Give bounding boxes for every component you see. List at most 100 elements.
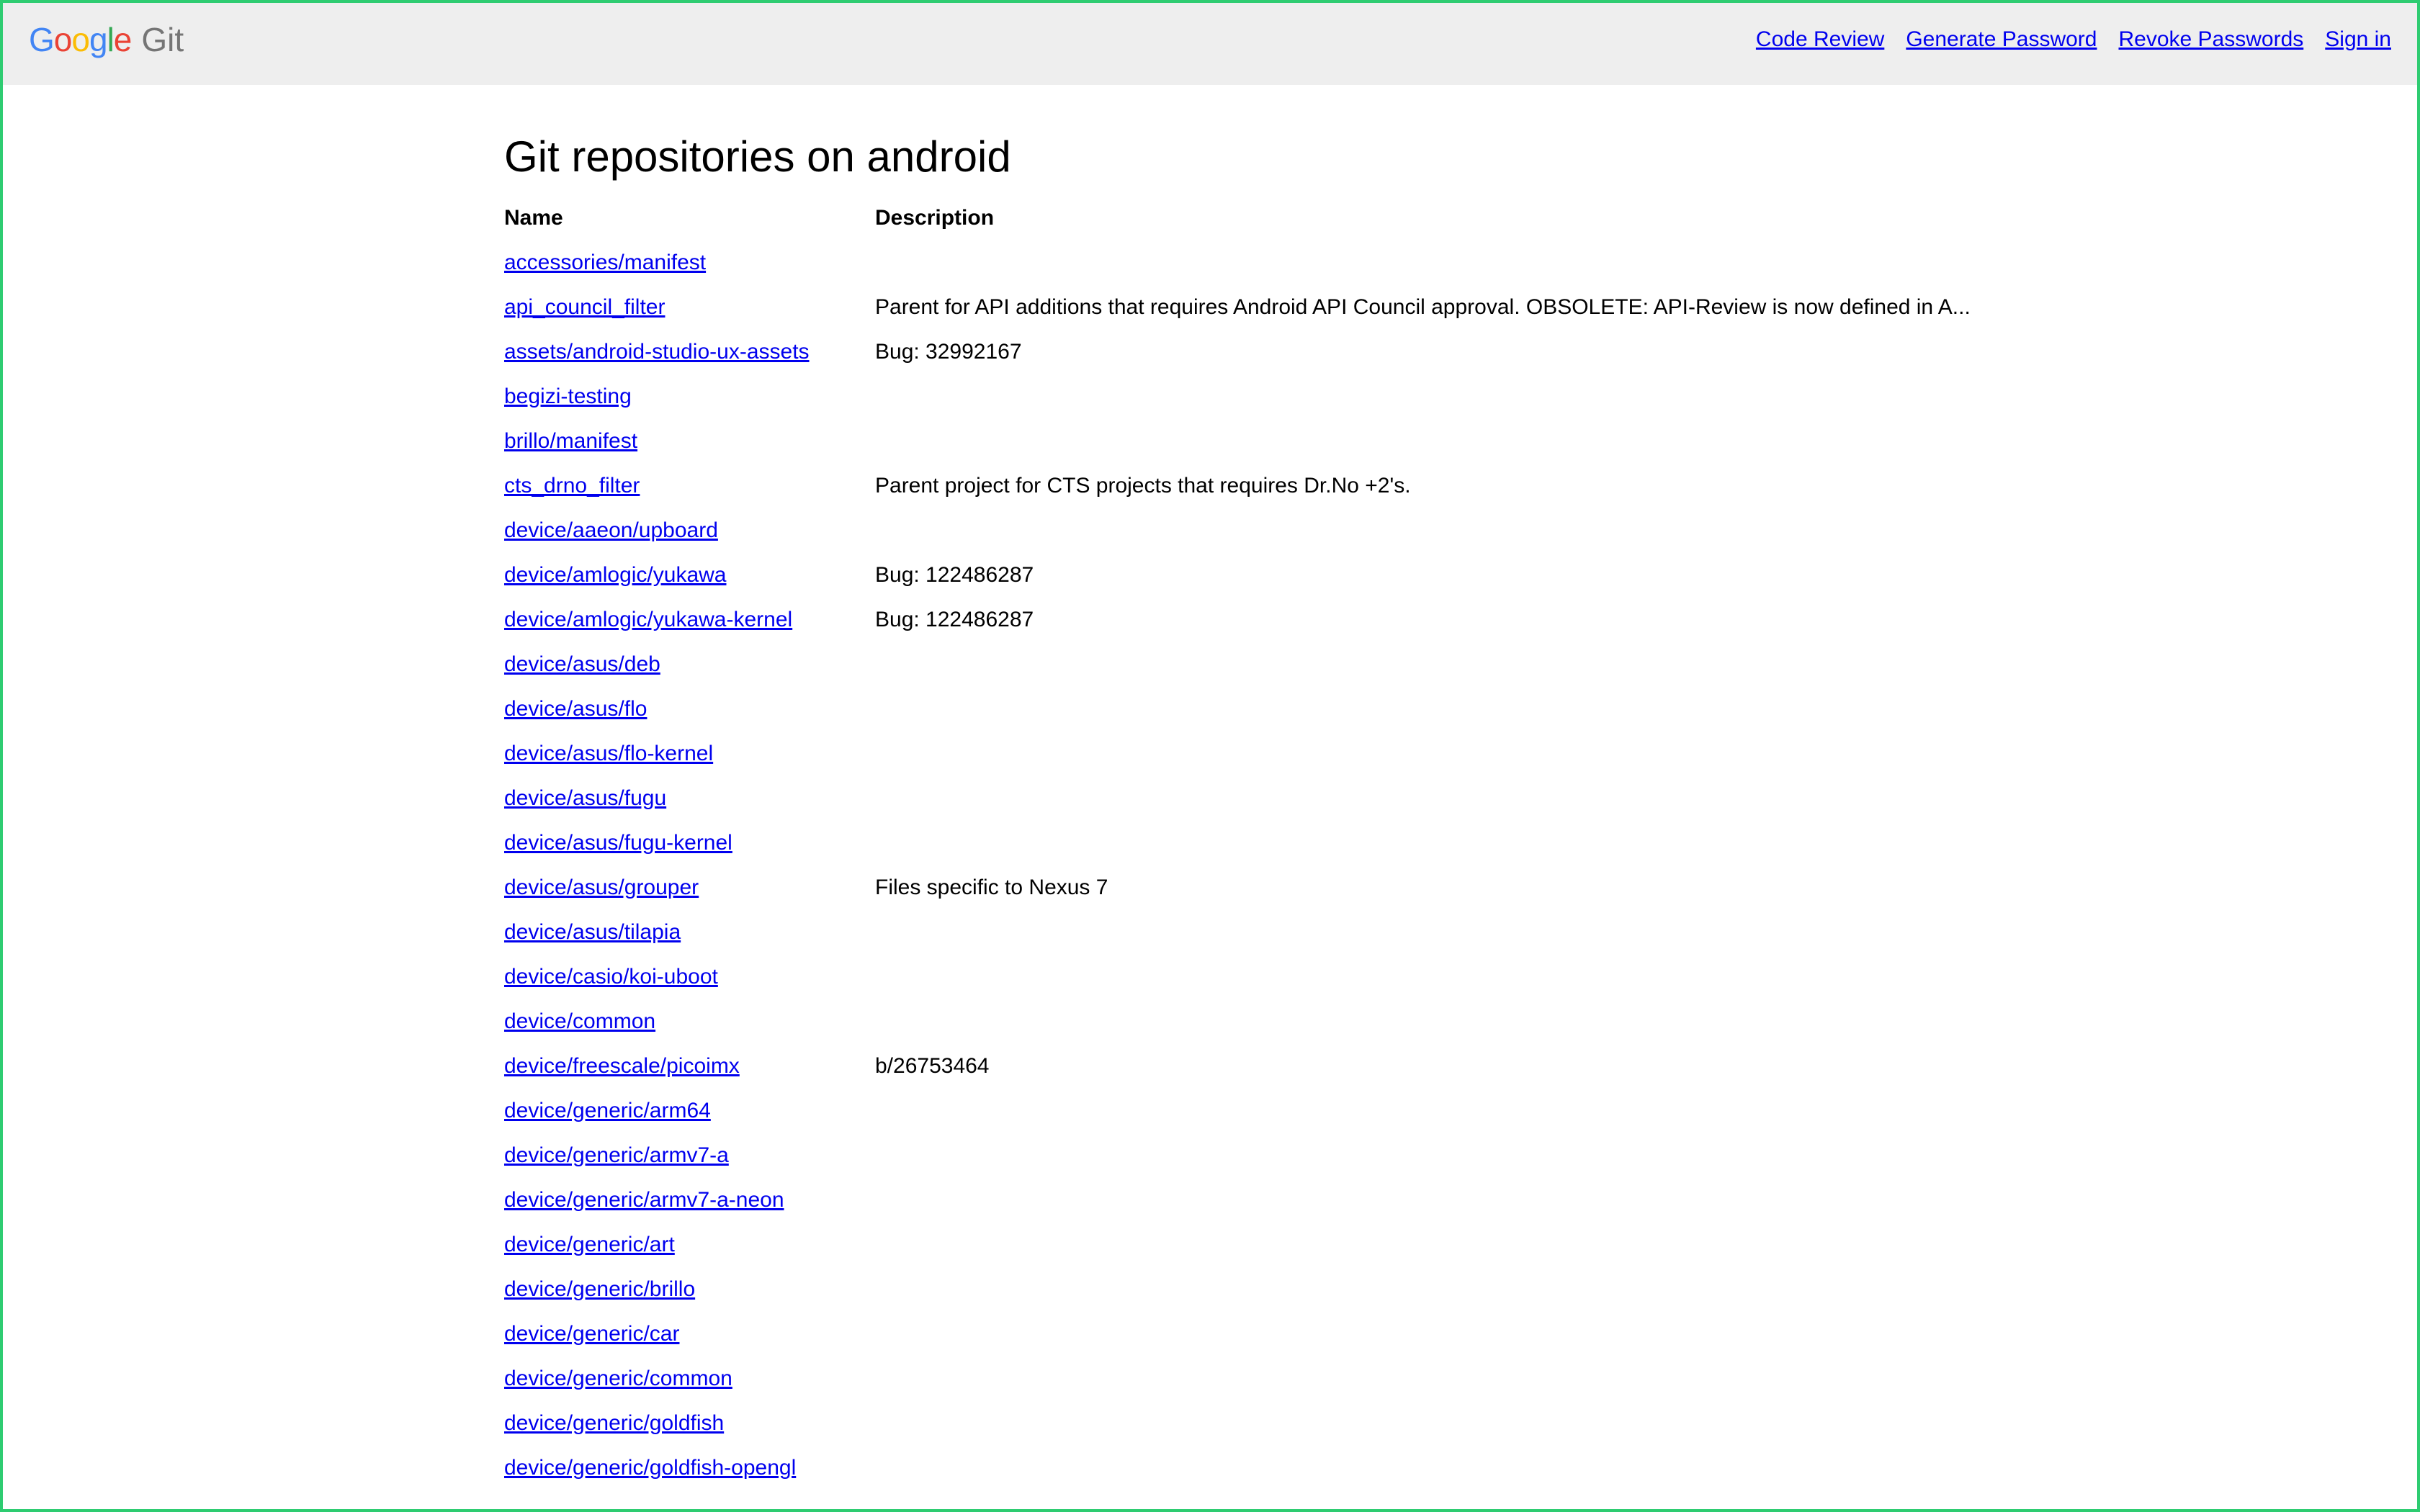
repo-description [875, 955, 1971, 999]
description-column-header: Description [875, 206, 995, 230]
repo-description: Parent for API additions that requires A… [875, 295, 1971, 319]
repo-name-cell: device/asus/fugu [504, 776, 875, 821]
repo-name-cell: device/generic/armv7-a-neon [504, 1178, 875, 1223]
repo-link[interactable]: device/casio/koi-uboot [504, 965, 718, 989]
repo-link[interactable]: device/common [504, 1009, 655, 1033]
repository-table: Name Description accessories/manifest api… [504, 192, 1971, 1490]
repo-link[interactable]: device/amlogic/yukawa-kernel [504, 608, 792, 631]
table-row: device/asus/fugu-kernel [504, 821, 1971, 865]
repo-name-cell: assets/android-studio-ux-assets [504, 330, 875, 374]
repo-name-cell: device/asus/fugu-kernel [504, 821, 875, 865]
repo-name-cell: device/generic/car [504, 1312, 875, 1356]
table-row: device/generic/goldfish-opengl [504, 1446, 1971, 1490]
table-row: device/casio/koi-uboot [504, 955, 1971, 999]
table-row: device/aaeon/upboard [504, 508, 1971, 553]
repo-link[interactable]: device/generic/armv7-a [504, 1143, 729, 1167]
table-row: begizi-testing [504, 374, 1971, 419]
repo-description: Parent project for CTS projects that req… [875, 474, 1411, 498]
repo-link[interactable]: device/amlogic/yukawa [504, 563, 726, 587]
name-column-header: Name [504, 206, 563, 230]
table-row: api_council_filter Parent for API additio… [504, 285, 1971, 330]
repo-name-cell: device/generic/goldfish [504, 1401, 875, 1446]
repo-link[interactable]: device/generic/car [504, 1322, 679, 1346]
repo-link[interactable]: device/asus/fugu [504, 786, 666, 810]
repo-name-cell: device/asus/deb [504, 642, 875, 687]
repo-link[interactable]: device/asus/flo [504, 697, 647, 721]
table-row: device/generic/car [504, 1312, 1971, 1356]
table-row: device/generic/goldfish [504, 1401, 1971, 1446]
repo-description [875, 732, 1971, 776]
table-row: device/amlogic/yukawa Bug: 122486287 [504, 553, 1971, 598]
table-row: assets/android-studio-ux-assets Bug: 3299… [504, 330, 1971, 374]
repo-description: Bug: 122486287 [875, 608, 1034, 631]
repo-link[interactable]: assets/android-studio-ux-assets [504, 340, 810, 364]
google-git-logo[interactable]: Go o g l e Git [29, 20, 184, 60]
repo-link[interactable]: brillo/manifest [504, 429, 637, 453]
repo-name-cell: brillo/manifest [504, 419, 875, 464]
repo-description [875, 1133, 1971, 1178]
main-content: Git repositories on android Name Descrip… [504, 122, 2161, 1490]
repo-link[interactable]: accessories/manifest [504, 251, 706, 274]
repo-description [875, 1446, 1971, 1490]
table-row: device/generic/armv7-a-neon [504, 1178, 1971, 1223]
repo-name-cell: device/amlogic/yukawa-kernel [504, 598, 875, 642]
repo-name-cell: device/generic/brillo [504, 1267, 875, 1312]
table-header-row: Name Description [504, 192, 1971, 240]
repo-name-cell: accessories/manifest [504, 240, 875, 285]
repo-link[interactable]: device/asus/deb [504, 652, 660, 676]
repo-link[interactable]: device/asus/fugu-kernel [504, 831, 732, 855]
logo-letter: l [107, 21, 115, 58]
repo-name-cell: begizi-testing [504, 374, 875, 419]
repo-link[interactable]: device/aaeon/upboard [504, 518, 718, 542]
repo-name-cell: cts_drno_filter [504, 464, 875, 508]
repo-description [875, 1267, 1971, 1312]
table-row: cts_drno_filter Parent project for CTS pr… [504, 464, 1971, 508]
repo-description: Files specific to Nexus 7 [875, 876, 1108, 899]
repo-link[interactable]: device/generic/goldfish [504, 1411, 724, 1435]
top-bar: Go o g l e Git Code Review Generate Password … [0, 0, 2420, 85]
repo-name-cell: device/asus/tilapia [504, 910, 875, 955]
table-row: device/asus/tilapia [504, 910, 1971, 955]
repo-description [875, 240, 1971, 285]
repo-link[interactable]: device/generic/armv7-a-neon [504, 1188, 784, 1212]
repo-link[interactable]: device/asus/grouper [504, 876, 699, 899]
table-row: brillo/manifest [504, 419, 1971, 464]
repo-name-cell: device/generic/arm64 [504, 1089, 875, 1133]
repo-link[interactable]: device/generic/common [504, 1367, 732, 1390]
repo-description [875, 1401, 1971, 1446]
repo-name-cell: device/generic/goldfish-opengl [504, 1446, 875, 1490]
repo-description [875, 1312, 1971, 1356]
repo-description [875, 999, 1971, 1044]
table-row: device/generic/arm64 [504, 1089, 1971, 1133]
page-title: Git repositories on android [504, 132, 1011, 181]
repo-link[interactable]: api_council_filter [504, 295, 665, 319]
generate-password-link[interactable]: Generate Password [1906, 27, 2097, 52]
repository-list: accessories/manifest api_council_filter Pa… [504, 240, 1971, 1490]
repo-link[interactable]: device/freescale/picoimx [504, 1054, 740, 1078]
repo-link[interactable]: device/generic/goldfish-opengl [504, 1456, 796, 1480]
logo-letter: G [29, 21, 55, 58]
repo-link[interactable]: begizi-testing [504, 384, 632, 408]
repo-name-cell: device/asus/flo-kernel [504, 732, 875, 776]
repo-description [875, 1178, 1971, 1223]
table-row: device/generic/armv7-a [504, 1133, 1971, 1178]
header-nav: Code Review Generate Password Revoke Pas… [1756, 27, 2391, 52]
repo-link[interactable]: device/generic/arm64 [504, 1099, 711, 1122]
repo-link[interactable]: device/asus/flo-kernel [504, 742, 713, 765]
repo-description [875, 642, 1971, 687]
repo-description [875, 374, 1971, 419]
sign-in-link[interactable]: Sign in [2325, 27, 2391, 52]
revoke-passwords-link[interactable]: Revoke Passwords [2118, 27, 2303, 52]
table-row: device/amlogic/yukawa-kernel Bug: 1224862… [504, 598, 1971, 642]
repo-link[interactable]: cts_drno_filter [504, 474, 640, 498]
repo-link[interactable]: device/generic/brillo [504, 1277, 695, 1301]
repo-name-cell: api_council_filter [504, 285, 875, 330]
repo-link[interactable]: device/asus/tilapia [504, 920, 681, 944]
repo-description [875, 821, 1971, 865]
code-review-link[interactable]: Code Review [1756, 27, 1884, 52]
repo-name-cell: device/freescale/picoimx [504, 1044, 875, 1089]
repo-name-cell: device/common [504, 999, 875, 1044]
repo-link[interactable]: device/generic/art [504, 1233, 675, 1256]
table-row: device/asus/flo [504, 687, 1971, 732]
table-row: device/generic/brillo [504, 1267, 1971, 1312]
